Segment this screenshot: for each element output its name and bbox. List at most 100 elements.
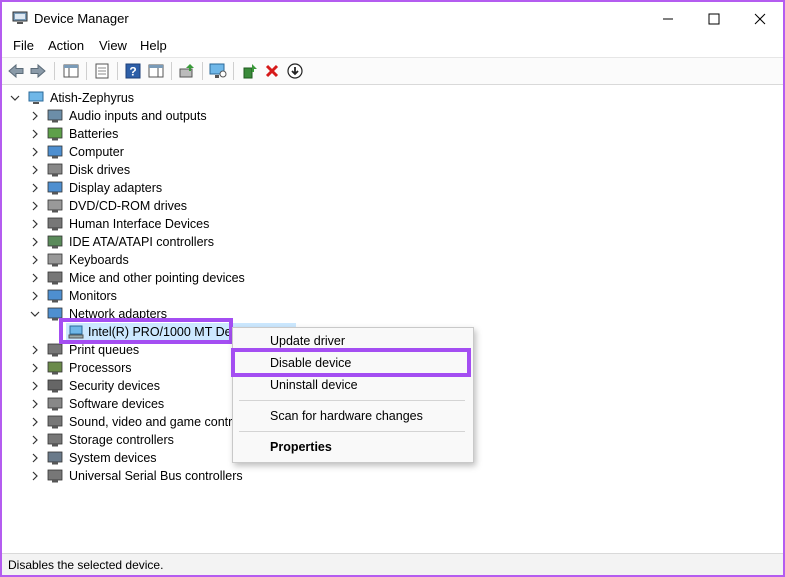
chevron-down-icon[interactable] <box>30 305 40 323</box>
chevron-right-icon[interactable] <box>30 233 40 251</box>
chevron-right-icon[interactable] <box>30 413 40 431</box>
mice-and-other-pointing-devices-icon <box>47 271 63 285</box>
context-menu-separator <box>239 431 465 432</box>
tree-category-label: IDE ATA/ATAPI controllers <box>69 235 214 249</box>
processors-icon <box>47 361 63 375</box>
menu-view[interactable]: View <box>99 38 127 53</box>
chevron-right-icon[interactable] <box>30 161 40 179</box>
chevron-right-icon[interactable] <box>30 449 40 467</box>
chevron-right-icon[interactable] <box>30 125 40 143</box>
batteries-icon <box>47 127 63 141</box>
forward-arrow-icon <box>30 63 46 79</box>
device-tree: Atish-Zephyrus Audio inputs and outputs B… <box>2 84 783 548</box>
audio-inputs-and-outputs-icon <box>47 109 63 123</box>
back-arrow-icon <box>8 63 24 79</box>
action-pane-button[interactable] <box>147 62 165 80</box>
status-bar: Disables the selected device. <box>2 553 783 575</box>
security-devices-icon <box>47 379 63 393</box>
tree-category-label: Print queues <box>69 343 140 357</box>
device-manager-window: Device Manager File Action View Help ? A… <box>0 0 785 577</box>
display-adapters-icon <box>47 181 63 195</box>
tree-category-label: DVD/CD-ROM drives <box>69 199 188 213</box>
enable-device-button[interactable] <box>241 62 259 80</box>
disable-device-toolbar-button[interactable] <box>286 62 304 80</box>
help-icon: ? <box>125 63 141 79</box>
chevron-right-icon[interactable] <box>30 107 40 125</box>
disk-drives-icon <box>47 163 63 177</box>
toolbar-separator <box>233 62 234 80</box>
tree-category-label: Keyboards <box>69 253 129 267</box>
tree-device-label: Intel(R) PRO/1000 MT Desktop Adapter <box>88 325 230 339</box>
uninstall-device-button[interactable] <box>263 62 281 80</box>
update-driver-icon <box>179 64 194 78</box>
chevron-right-icon[interactable] <box>30 287 40 305</box>
storage-controllers-icon <box>47 433 63 447</box>
ctx-properties[interactable]: Properties <box>270 440 332 454</box>
chevron-right-icon[interactable] <box>30 197 40 215</box>
toolbar-separator <box>171 62 172 80</box>
print-queues-icon <box>47 343 63 357</box>
menu-help[interactable]: Help <box>140 38 167 53</box>
tree-category-label: Monitors <box>69 289 117 303</box>
context-menu-separator <box>239 400 465 401</box>
ctx-update-driver[interactable]: Update driver <box>270 334 345 348</box>
network-adapters-icon <box>47 307 63 321</box>
down-arrow-circle-icon <box>287 63 303 79</box>
minimize-button[interactable] <box>645 2 691 36</box>
chevron-right-icon[interactable] <box>30 359 40 377</box>
chevron-right-icon[interactable] <box>30 251 40 269</box>
chevron-right-icon[interactable] <box>30 395 40 413</box>
universal-serial-bus-controllers-icon <box>47 469 63 483</box>
close-button[interactable] <box>737 2 783 36</box>
device-manager-app-icon <box>12 11 28 24</box>
scan-hardware-button[interactable] <box>209 62 227 80</box>
chevron-right-icon[interactable] <box>30 143 40 161</box>
tree-category-label: Storage controllers <box>69 433 174 447</box>
maximize-button[interactable] <box>691 2 737 36</box>
menu-file[interactable]: File <box>13 38 34 53</box>
chevron-right-icon[interactable] <box>30 341 40 359</box>
chevron-right-icon[interactable] <box>30 467 40 485</box>
software-devices-icon <box>47 397 63 411</box>
menu-action[interactable]: Action <box>48 38 84 53</box>
console-tree-icon <box>63 64 79 78</box>
chevron-right-icon[interactable] <box>30 269 40 287</box>
monitors-icon <box>47 289 63 303</box>
chevron-right-icon[interactable] <box>30 179 40 197</box>
chevron-right-icon[interactable] <box>30 377 40 395</box>
tree-category-label: Display adapters <box>69 181 163 195</box>
help-button[interactable]: ? <box>124 62 142 80</box>
maximize-icon <box>708 13 720 25</box>
ctx-uninstall-device[interactable]: Uninstall device <box>270 378 358 392</box>
properties-toolbar-button[interactable] <box>93 62 111 80</box>
sound-video-and-game-controllers-icon <box>47 415 63 429</box>
tree-category-label: Computer <box>69 145 124 159</box>
tree-category-label: Security devices <box>69 379 161 393</box>
ctx-disable-device[interactable]: Disable device <box>270 356 351 370</box>
svg-text:?: ? <box>129 65 136 79</box>
computer-icon <box>47 145 63 159</box>
toolbar-separator <box>86 62 87 80</box>
system-devices-icon <box>47 451 63 465</box>
chevron-right-icon[interactable] <box>30 215 40 233</box>
toolbar-separator <box>117 62 118 80</box>
update-driver-toolbar-button[interactable] <box>178 62 196 80</box>
toolbar-separator <box>54 62 55 80</box>
chevron-down-icon[interactable] <box>10 89 20 107</box>
chevron-right-icon[interactable] <box>30 431 40 449</box>
keyboards-icon <box>47 253 63 267</box>
back-button[interactable] <box>7 62 25 80</box>
ctx-scan-hardware[interactable]: Scan for hardware changes <box>270 409 423 423</box>
properties-sheet-icon <box>95 63 109 79</box>
context-menu: Update driver Disable device Uninstall d… <box>232 327 474 463</box>
tree-root-label: Atish-Zephyrus <box>50 91 135 105</box>
toolbar-separator <box>202 62 203 80</box>
network-adapter-icon <box>68 325 84 339</box>
forward-button[interactable] <box>29 62 47 80</box>
enable-device-icon <box>243 64 257 79</box>
ide-ata-atapi-controllers-icon <box>47 235 63 249</box>
human-interface-devices-icon <box>47 217 63 231</box>
tree-category-label: Software devices <box>69 397 165 411</box>
show-hide-console-tree-button[interactable] <box>62 62 80 80</box>
action-pane-icon <box>148 64 164 78</box>
